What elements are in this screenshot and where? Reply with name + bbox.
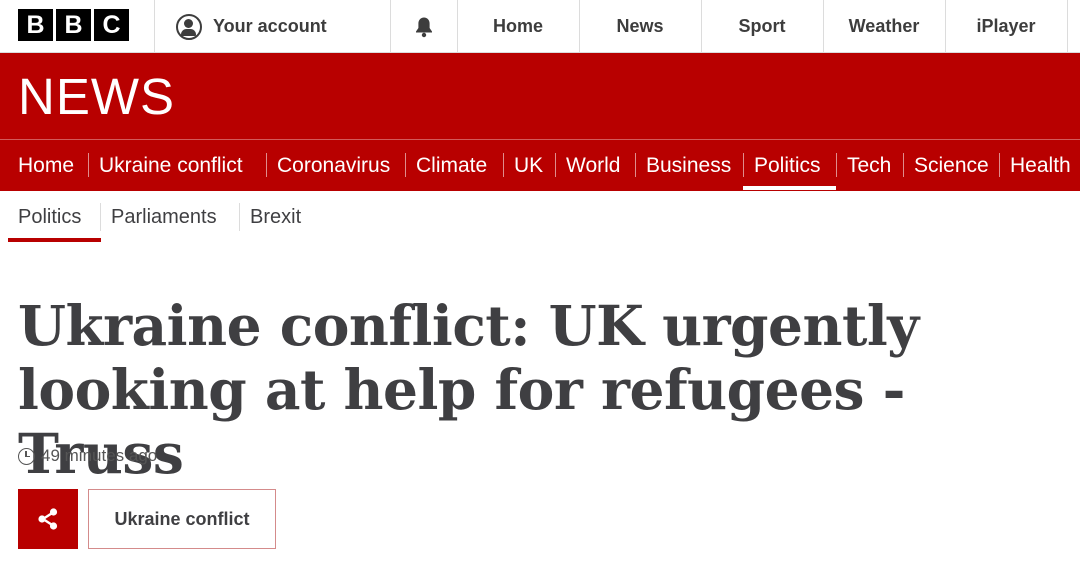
subnav-item-brexit[interactable]: Brexit: [250, 201, 301, 233]
nav-item-home[interactable]: Home: [18, 140, 74, 191]
top-nav-iplayer[interactable]: iPlayer: [945, 0, 1067, 53]
nav-separator: [555, 153, 556, 177]
account-label: Your account: [213, 16, 327, 36]
article-headline: Ukraine conflict: UK urgently looking at…: [18, 294, 1068, 486]
your-account-link[interactable]: Your account: [154, 0, 390, 53]
nav-item-ukraine-conflict[interactable]: Ukraine conflict: [99, 140, 243, 191]
nav-item-uk[interactable]: UK: [514, 140, 543, 191]
nav-item-health[interactable]: Health: [1010, 140, 1071, 191]
timestamp-text: 49 minutes ago: [41, 446, 158, 465]
nav-item-world[interactable]: World: [566, 140, 620, 191]
bbc-logo-letter: B: [18, 9, 53, 41]
subnav-separator: [100, 203, 101, 231]
nav-item-tech[interactable]: Tech: [847, 140, 891, 191]
top-nav-home[interactable]: Home: [457, 0, 579, 53]
nav-item-climate[interactable]: Climate: [416, 140, 487, 191]
clock-icon: [18, 447, 35, 465]
subnav-item-politics[interactable]: Politics: [18, 201, 81, 233]
nav-separator: [999, 153, 1000, 177]
nav-item-science[interactable]: Science: [914, 140, 989, 191]
subnav-item-parliaments[interactable]: Parliaments: [111, 201, 217, 233]
nav-separator: [903, 153, 904, 177]
share-button[interactable]: [18, 489, 78, 549]
article-timestamp: 49 minutes ago: [18, 445, 157, 467]
nav-separator: [635, 153, 636, 177]
topic-tag-ukraine-conflict[interactable]: Ukraine conflict: [88, 489, 276, 549]
account-icon: [176, 13, 202, 40]
top-nav-news[interactable]: News: [579, 0, 701, 53]
nav-separator: [503, 153, 504, 177]
nav-active-indicator: [743, 186, 836, 190]
share-icon: [38, 508, 58, 530]
headline-line-1: Ukraine conflict: UK urgently: [18, 293, 919, 358]
nav-item-politics[interactable]: Politics: [754, 140, 821, 191]
bbc-logo[interactable]: B B C: [18, 9, 129, 41]
top-nav-weather[interactable]: Weather: [823, 0, 945, 53]
nav-separator: [405, 153, 406, 177]
subnav-active-indicator: [8, 238, 101, 242]
bbc-logo-letter: C: [94, 9, 129, 41]
bell-icon: [415, 17, 432, 37]
nav-item-business[interactable]: Business: [646, 140, 731, 191]
news-logo[interactable]: NEWS: [18, 70, 175, 124]
bbc-logo-letter: B: [56, 9, 91, 41]
subnav-separator: [239, 203, 240, 231]
nav-separator: [88, 153, 89, 177]
nav-separator: [266, 153, 267, 177]
notifications-button[interactable]: [390, 0, 457, 53]
nav-item-coronavirus[interactable]: Coronavirus: [277, 140, 390, 191]
nav-separator: [836, 153, 837, 177]
nav-separator: [743, 153, 744, 177]
top-nav-sport[interactable]: Sport: [701, 0, 823, 53]
divider: [1067, 0, 1068, 53]
